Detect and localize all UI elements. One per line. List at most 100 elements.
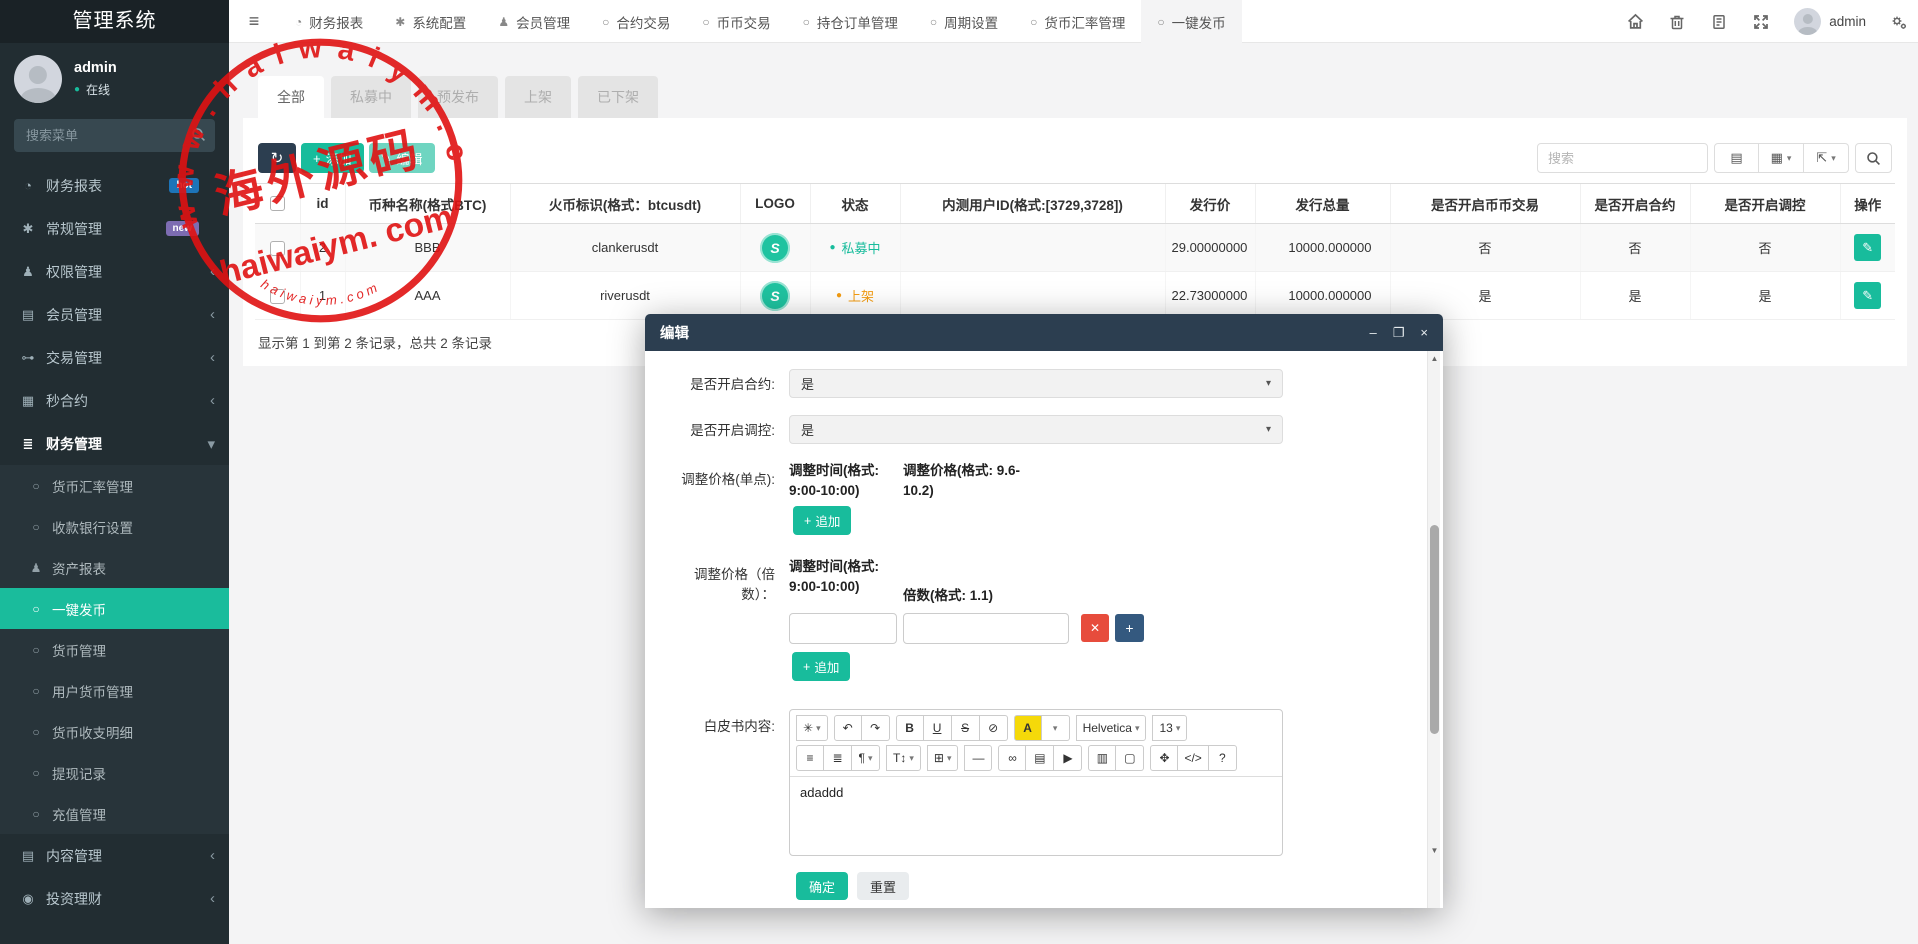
strikethrough-button[interactable]: S [952,715,980,741]
regulate-enabled-select[interactable]: 是▾ [789,415,1283,444]
trash-icon[interactable] [1668,13,1686,31]
sidebar-subitem-asset-report[interactable]: ♟资产报表 [0,547,229,588]
ordered-list-button[interactable]: ≣ [824,745,852,771]
topnav-item-contract-trade[interactable]: ○合约交易 [586,0,686,43]
remove-row-button[interactable]: ✕ [1081,614,1109,642]
detail-view-button[interactable]: ▤ [1714,143,1759,173]
multiple-factor-input[interactable] [903,613,1069,644]
topnav-item-position-orders[interactable]: ○持仓订单管理 [787,0,914,43]
style-button[interactable]: ✳▾ [796,715,828,741]
cell-contract-enabled: 是 [1580,272,1690,320]
clear-format-button[interactable]: ⊘ [980,715,1008,741]
sidebar-subitem-currency-mgmt[interactable]: ○货币管理 [0,629,229,670]
sidebar-subitem-withdraw-record[interactable]: ○提现记录 [0,752,229,793]
search-button[interactable] [1855,143,1892,173]
append-multiple-button[interactable]: +追加 [792,652,850,681]
tab-listed[interactable]: 上架 [505,76,571,118]
unordered-list-button[interactable]: ≡ [796,745,824,771]
paragraph-button[interactable]: ¶▾ [852,745,880,771]
sidebar-item-finance-report[interactable]: ◔财务报表hot [0,164,229,207]
tab-pre-release[interactable]: 预发布 [418,76,498,118]
sidebar-item-finance-mgmt[interactable]: ≣财务管理▾ [0,422,229,465]
redo-button[interactable]: ↷ [862,715,890,741]
regulate-enabled-label: 是否开启调控: [645,421,775,441]
underline-button[interactable]: U [924,715,952,741]
fullscreen-button[interactable]: ✥ [1150,745,1178,771]
modal-header[interactable]: 编辑 – ❐ × [645,314,1443,351]
codeview-button[interactable]: </> [1178,745,1208,771]
tab-all[interactable]: 全部 [258,76,324,118]
scroll-down-icon[interactable]: ▼ [1428,846,1441,855]
sidebar-subitem-exchange-rate[interactable]: ○货币汇率管理 [0,465,229,506]
scroll-up-icon[interactable]: ▲ [1428,354,1441,363]
row-checkbox[interactable] [270,241,285,256]
add-button[interactable]: +添加 [301,143,364,173]
undo-button[interactable]: ↶ [834,715,862,741]
sidebar-subitem-currency-detail[interactable]: ○货币收支明细 [0,711,229,752]
export-button[interactable]: ⇱▾ [1804,143,1849,173]
contract-enabled-select[interactable]: 是▾ [789,369,1283,398]
sidebar-item-general-mgmt[interactable]: ✱常规管理new [0,207,229,250]
video-button[interactable]: ▶ [1054,745,1082,771]
topnav-item-period-setting[interactable]: ○周期设置 [914,0,1014,43]
topnav-item-one-key-issue[interactable]: ○一键发币 [1141,0,1241,43]
close-icon[interactable]: × [1420,325,1428,341]
multiple-time-input[interactable] [789,613,897,644]
editor-content[interactable]: adaddd [790,776,1282,828]
font-color-dropdown[interactable]: ▾ [1042,715,1070,741]
minimize-icon[interactable]: – [1370,325,1377,341]
topnav-item-finance-report[interactable]: ◔财务报表 [279,0,379,43]
hamburger-icon[interactable]: ≡ [229,0,279,43]
table-search-input[interactable] [1537,143,1708,173]
user-menu[interactable]: admin [1794,8,1866,35]
link-button[interactable]: ∞ [998,745,1026,771]
sidebar-item-permission-mgmt[interactable]: ♟权限管理‹ [0,250,229,293]
sidebar-item-trade-mgmt[interactable]: ⊶交易管理‹ [0,336,229,379]
sidebar-subitem-recharge-mgmt[interactable]: ○充值管理 [0,793,229,834]
restore-icon[interactable]: ❐ [1393,325,1405,341]
confirm-button[interactable]: 确定 [796,872,848,900]
fullscreen-icon[interactable] [1752,13,1770,31]
clear-cache-icon[interactable] [1710,13,1728,31]
bold-button[interactable]: B [896,715,924,741]
settings-gears-icon[interactable] [1890,13,1908,31]
topnav-item-exchange-rate[interactable]: ○货币汇率管理 [1014,0,1141,43]
sidebar-subitem-user-currency[interactable]: ○用户货币管理 [0,670,229,711]
select-all-checkbox[interactable] [270,196,285,211]
reset-button[interactable]: 重置 [857,872,909,900]
append-single-button[interactable]: +追加 [793,506,851,535]
scrollbar-thumb[interactable] [1430,525,1439,734]
edit-button[interactable]: ✎编辑 [369,143,435,173]
search-icon[interactable] [191,127,206,142]
font-color-button[interactable]: A [1014,715,1042,741]
file-button[interactable]: ▢ [1116,745,1144,771]
topnav-item-system-config[interactable]: ✱系统配置 [379,0,482,43]
topnav-item-member-mgmt[interactable]: ♟会员管理 [482,0,586,43]
line-height-button[interactable]: T↕▾ [886,745,921,771]
picture-button[interactable]: ▤ [1026,745,1054,771]
refresh-button[interactable]: ↻ [258,143,296,173]
add-row-button[interactable]: + [1115,614,1144,642]
document-button[interactable]: ▥ [1088,745,1116,771]
sidebar-item-second-contract[interactable]: ▦秒合约‹ [0,379,229,422]
row-edit-button[interactable]: ✎ [1854,234,1881,261]
home-icon[interactable] [1626,13,1644,31]
columns-button[interactable]: ▦▾ [1759,143,1804,173]
modal-scrollbar[interactable]: ▲ ▼ [1427,351,1440,908]
horizontal-rule-button[interactable]: — [964,745,992,771]
table-button[interactable]: ⊞▾ [927,745,959,771]
font-family-dropdown[interactable]: Helvetica▾ [1076,715,1147,741]
sidebar-item-investment[interactable]: ◉投资理财‹ [0,877,229,920]
topnav-item-coin-trade[interactable]: ○币币交易 [686,0,786,43]
font-size-dropdown[interactable]: 13▾ [1152,715,1187,741]
row-checkbox[interactable] [270,289,285,304]
sidebar-item-member-mgmt[interactable]: ▤会员管理‹ [0,293,229,336]
sidebar-subitem-one-key-issue[interactable]: ○一键发币 [0,588,229,629]
sidebar-subitem-bank-setting[interactable]: ○收款银行设置 [0,506,229,547]
row-edit-button[interactable]: ✎ [1854,282,1881,309]
help-button[interactable]: ? [1209,745,1237,771]
sidebar-search-input[interactable] [14,119,215,152]
tab-private-sale[interactable]: 私募中 [331,76,411,118]
tab-delisted[interactable]: 已下架 [578,76,658,118]
sidebar-item-content-mgmt[interactable]: ▤内容管理‹ [0,834,229,877]
